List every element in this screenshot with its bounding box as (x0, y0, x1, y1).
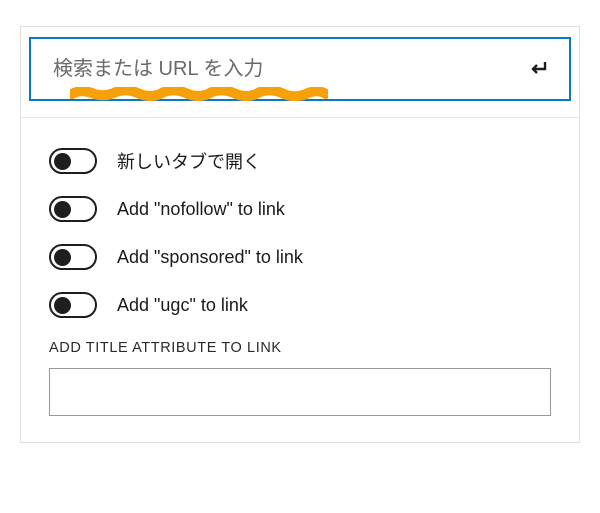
toggle-ugc-row: Add "ugc" to link (49, 292, 551, 318)
search-section (21, 27, 579, 118)
options-section: 新しいタブで開く Add "nofollow" to link Add "spo… (21, 118, 579, 442)
toggle-sponsored[interactable] (49, 244, 97, 270)
search-input-stack (53, 58, 525, 81)
toggle-knob (54, 201, 71, 218)
title-attribute-heading: ADD TITLE ATTRIBUTE TO LINK (49, 340, 551, 356)
toggle-label: 新しいタブで開く (117, 148, 261, 174)
search-box (29, 37, 571, 101)
toggle-sponsored-row: Add "sponsored" to link (49, 244, 551, 270)
submit-icon[interactable] (525, 56, 551, 82)
toggle-knob (54, 153, 71, 170)
highlight-annotation (70, 87, 328, 101)
title-attribute-input[interactable] (49, 368, 551, 416)
toggle-label: Add "nofollow" to link (117, 199, 285, 220)
toggle-nofollow-row: Add "nofollow" to link (49, 196, 551, 222)
toggle-nofollow[interactable] (49, 196, 97, 222)
toggle-open-new-tab[interactable] (49, 148, 97, 174)
toggle-knob (54, 297, 71, 314)
toggle-ugc[interactable] (49, 292, 97, 318)
toggle-label: Add "ugc" to link (117, 295, 248, 316)
link-settings-panel: 新しいタブで開く Add "nofollow" to link Add "spo… (20, 26, 580, 443)
toggle-label: Add "sponsored" to link (117, 247, 303, 268)
search-input[interactable] (53, 58, 318, 81)
toggle-open-new-tab-row: 新しいタブで開く (49, 148, 551, 174)
toggle-knob (54, 249, 71, 266)
